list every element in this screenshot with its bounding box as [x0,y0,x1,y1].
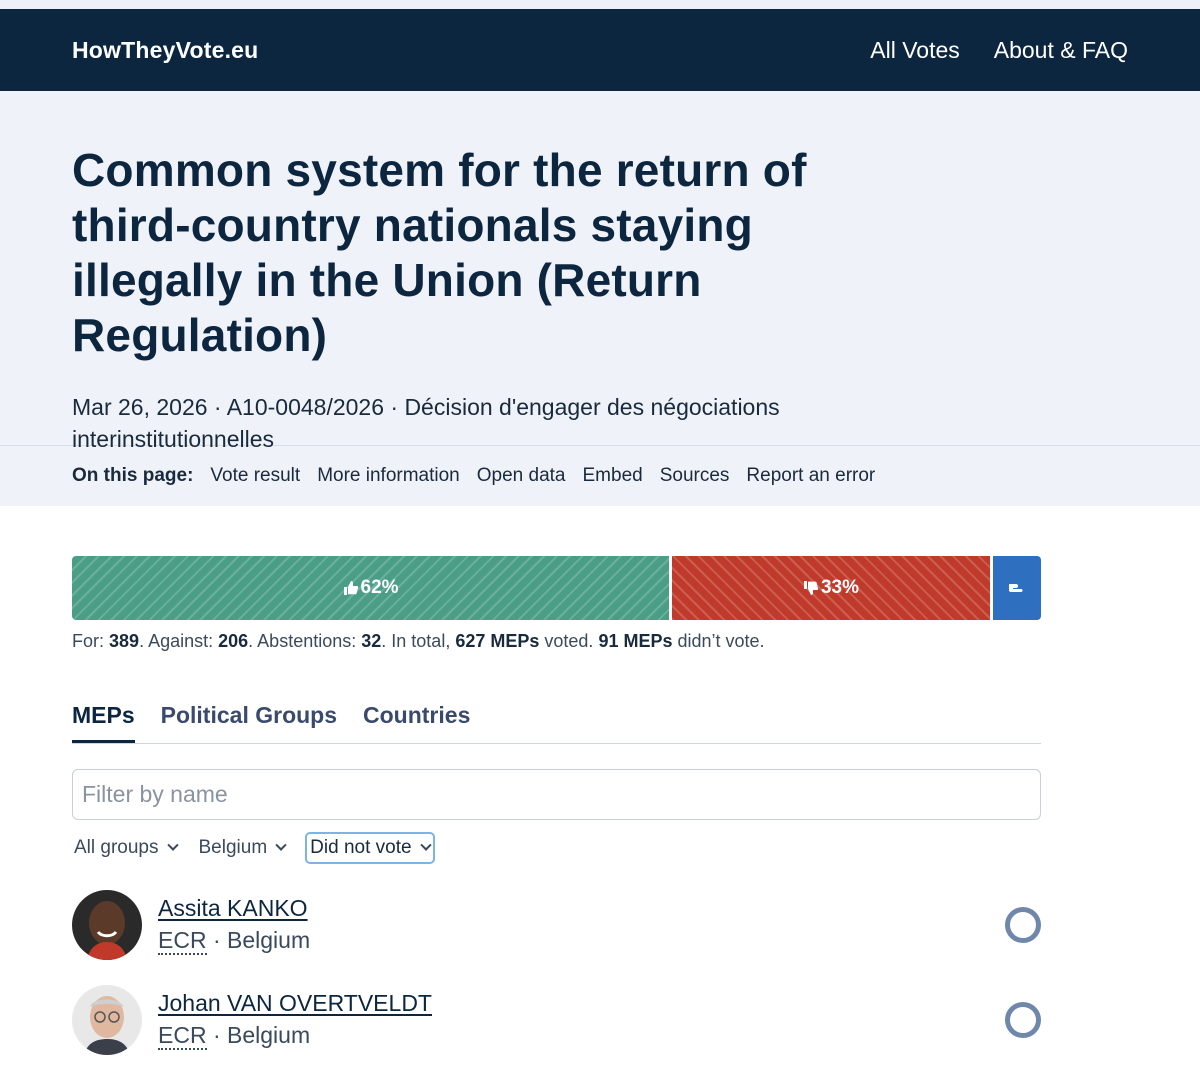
tab-political-groups[interactable]: Political Groups [161,702,337,743]
thumbs-up-icon [343,581,358,595]
summary-for-count: 389 [109,631,140,651]
mep-country: Belgium [227,926,311,953]
summary-didnt-label: didn’t vote. [672,631,765,651]
mep-country: Belgium [227,1021,311,1048]
summary-abst-count: 32 [361,631,382,651]
nav-about-faq[interactable]: About & FAQ [994,37,1128,64]
top-strip [0,0,1200,9]
nav-all-votes[interactable]: All Votes [870,37,960,64]
avatar [72,889,142,960]
summary-for-label: For: [72,631,110,651]
vote-header: Common system for the return of third-co… [0,91,1200,452]
position-select[interactable]: Did not vote [305,832,435,864]
mep-affiliation: ECR · Belgium [158,1021,311,1050]
group-select-value: All groups [74,837,159,858]
mep-group: ECR [158,1021,207,1050]
summary-abst-label: . Abstentions: [248,631,362,651]
onpage-vote-result[interactable]: Vote result [210,465,300,487]
thumbs-down-icon [803,581,819,595]
onpage-sources[interactable]: Sources [660,465,730,487]
country-select[interactable]: Belgium [197,833,288,863]
mep-affiliation: ECR · Belgium [158,926,311,955]
summary-against-label: . Against: [139,631,219,651]
result-tabs: MEPs Political Groups Countries [72,702,1041,744]
vote-for-segment[interactable]: 62% [72,556,673,620]
onpage-embed[interactable]: Embed [583,465,643,487]
position-select-value: Did not vote [310,837,412,858]
summary-total-label: . In total, [381,631,456,651]
tab-countries[interactable]: Countries [363,702,470,743]
summary-against-count: 206 [218,631,249,651]
navbar: HowTheyVote.eu All Votes About & FAQ [0,9,1200,91]
on-this-page-label: On this page: [72,465,194,486]
main-content: 62% 33% For: 389. Against: 206. Abstenti… [0,556,1200,1067]
summary-didnt-count: 91 MEPs [598,631,673,651]
mep-list: Assita KANKO ECR · Belgium Johan VAN OVE… [72,877,1041,1067]
page-title: Common system for the return of third-co… [72,144,807,361]
filter-by-name-input[interactable] [72,769,1041,820]
vote-for-label: 62% [360,577,399,598]
vote-against-label: 33% [820,577,859,598]
filter-selects: All groups Belgium Did not vote [72,829,1041,867]
mep-name-link[interactable]: Johan VAN OVERTVELDT [158,988,432,1018]
did-not-vote-icon [1005,1001,1041,1038]
mep-group: ECR [158,926,207,955]
onpage-report-error[interactable]: Report an error [746,465,875,487]
summary-total-count: 627 MEPs [455,631,540,651]
chevron-down-icon [275,839,287,851]
on-this-page-nav: On this page: Vote result More informati… [0,446,1200,506]
country-select-value: Belgium [198,837,268,858]
mep-name-link[interactable]: Assita KANKO [158,893,310,923]
list-item: Johan VAN OVERTVELDT ECR · Belgium [72,972,1041,1067]
main-nav: All Votes About & FAQ [870,37,1128,64]
chevron-down-icon [166,839,179,851]
group-select[interactable]: All groups [72,833,179,863]
avatar [72,984,142,1055]
tab-meps[interactable]: MEPs [72,702,135,743]
vote-summary: For: 389. Against: 206. Abstentions: 32.… [72,631,1041,652]
vote-abstention-segment[interactable] [992,556,1041,620]
vote-against-segment[interactable]: 33% [672,556,993,620]
chevron-down-icon [419,839,432,851]
onpage-open-data[interactable]: Open data [477,465,566,487]
onpage-more-information[interactable]: More information [317,465,460,487]
did-not-vote-icon [1005,906,1041,943]
vote-result-bar: 62% 33% [72,556,1041,620]
list-item: Assita KANKO ECR · Belgium [72,877,1041,972]
brand-logo-link[interactable]: HowTheyVote.eu [72,37,258,64]
summary-voted-label: voted. [539,631,599,651]
hand-icon [1008,584,1023,592]
